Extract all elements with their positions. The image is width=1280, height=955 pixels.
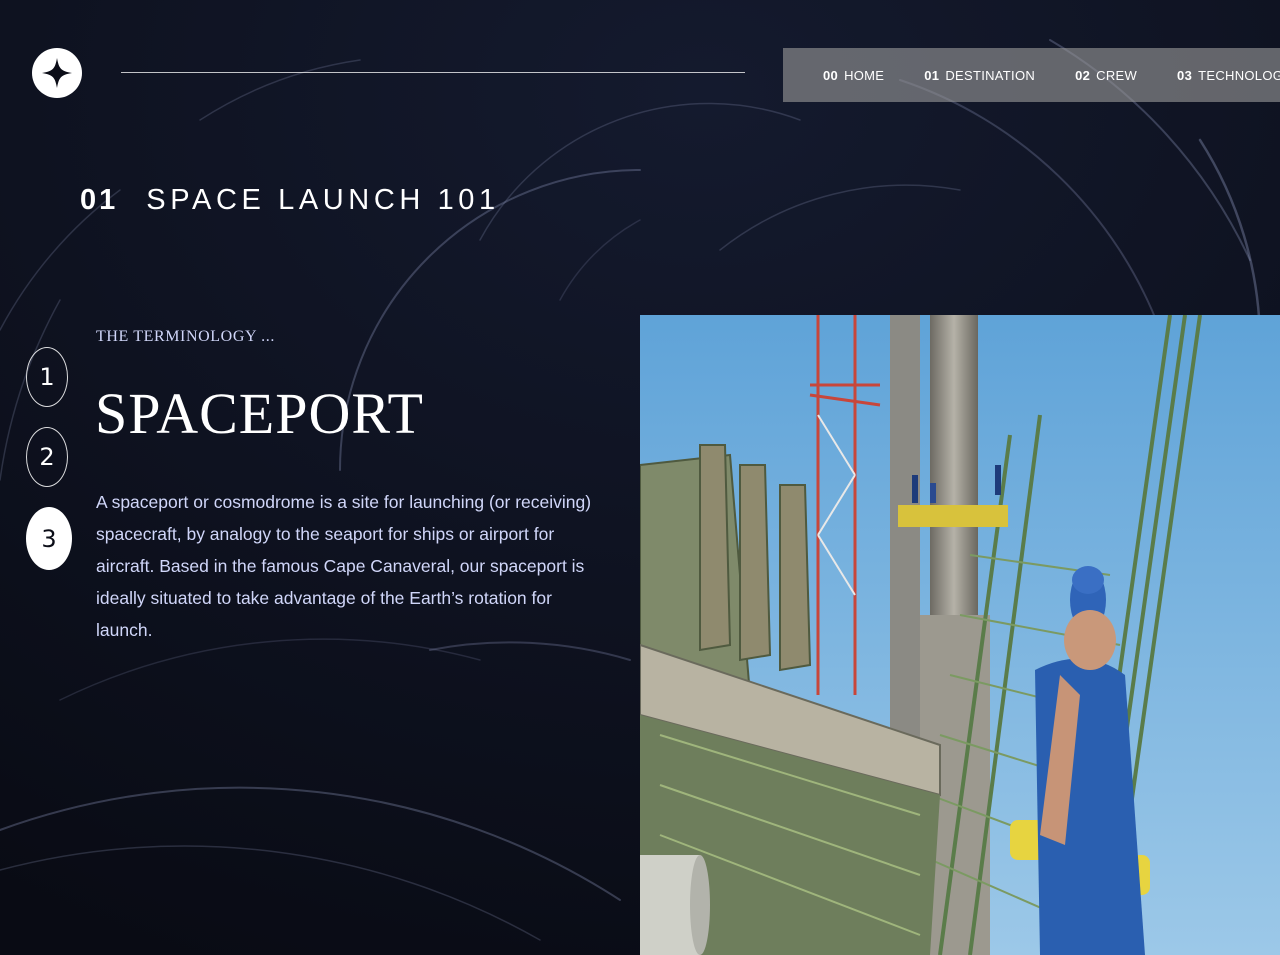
slide-pagination: 1 2 3: [26, 347, 72, 590]
page-title: 01 SPACE LAUNCH 101: [80, 184, 500, 217]
terminology-eyebrow: THE TERMINOLOGY ...: [96, 328, 275, 345]
nav-number: 00: [823, 67, 839, 83]
term-heading: SPACEPORT: [95, 381, 424, 446]
nav-item-crew[interactable]: 02 CREW: [1075, 48, 1137, 102]
step-button-2[interactable]: 2: [26, 427, 68, 487]
step-button-1[interactable]: 1: [26, 347, 68, 407]
nav-item-home[interactable]: 00 HOME: [823, 48, 884, 102]
term-description: A spaceport or cosmodrome is a site for …: [96, 492, 592, 640]
nav-number: 02: [1075, 67, 1091, 83]
page-title-text: SPACE LAUNCH 101: [146, 184, 500, 216]
nav-label: CREW: [1096, 67, 1138, 83]
header-divider-line: [121, 72, 745, 73]
page-title-number: 01: [80, 184, 119, 216]
nav-item-technology[interactable]: 03 TECHNOLOGY: [1177, 48, 1280, 102]
star-logo-icon[interactable]: [32, 48, 82, 98]
step-button-3[interactable]: 3: [26, 507, 72, 570]
nav-label: DESTINATION: [945, 67, 1036, 83]
nav-number: 01: [924, 67, 940, 83]
nav-number: 03: [1177, 67, 1193, 83]
primary-navigation: 00 HOME 01 DESTINATION 02 CREW 03 TECHNO…: [783, 48, 1280, 102]
spaceport-image: [640, 315, 1280, 955]
nav-label: TECHNOLOGY: [1198, 67, 1280, 83]
nav-item-destination[interactable]: 01 DESTINATION: [924, 48, 1035, 102]
nav-label: HOME: [844, 67, 885, 83]
